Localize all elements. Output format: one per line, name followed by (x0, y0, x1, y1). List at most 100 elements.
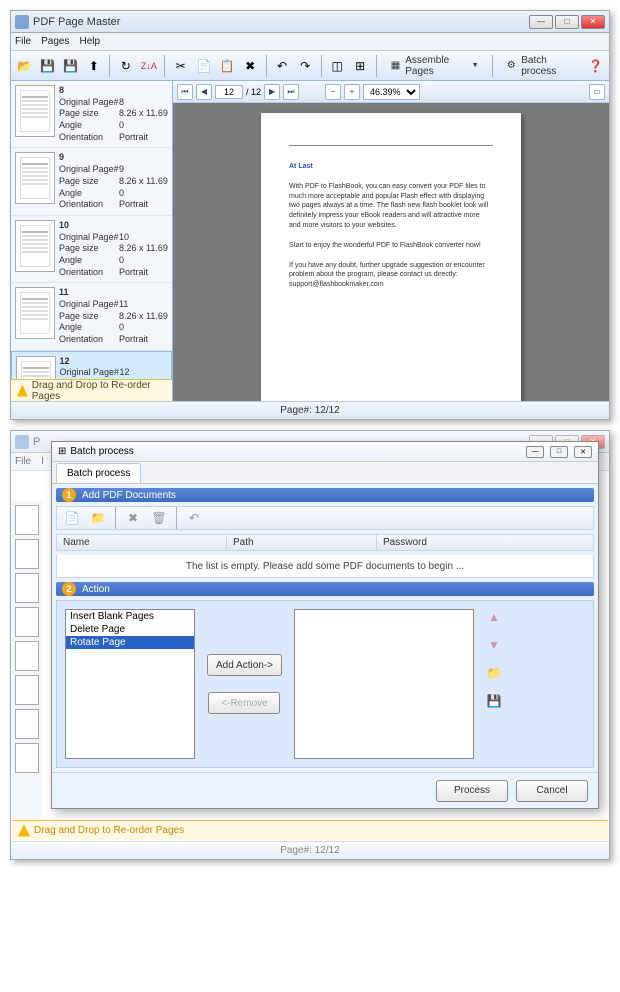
save-as-icon[interactable]: 💾 (61, 55, 80, 77)
thumb-row[interactable]: 10 Original Page#10 Page size8.26 x 11.6… (11, 216, 172, 283)
thumb-row-selected[interactable]: 12 Original Page#12 Page size8.26 x 11.6… (11, 351, 172, 379)
first-page-button[interactable]: ⏮ (177, 84, 193, 100)
separator (115, 507, 116, 529)
save-icon[interactable]: 💾 (486, 693, 502, 709)
dialog-minimize-button[interactable]: — (526, 446, 544, 458)
rotate-left-icon[interactable]: ↶ (273, 55, 292, 77)
col-path[interactable]: Path (227, 535, 377, 550)
delete-icon[interactable]: ✖ (241, 55, 260, 77)
step-2-icon: 2 (62, 582, 76, 596)
thumb-row[interactable]: 9 Original Page#9 Page size8.26 x 11.69 … (11, 148, 172, 215)
thumbnail-list[interactable]: 8 Original Page#8 Page size8.26 x 11.69 … (11, 81, 172, 379)
zoom-in-button[interactable]: + (344, 84, 360, 100)
split-icon[interactable]: ⊞ (351, 55, 370, 77)
remove-action-button[interactable]: <-Remove (208, 692, 280, 714)
page-thumbnail[interactable] (16, 356, 56, 379)
add-action-button[interactable]: Add Action-> (207, 654, 282, 676)
dialog-maximize-button[interactable]: □ (550, 446, 568, 458)
thumb-meta: 12 Original Page#12 Page size8.26 x 11.6… (60, 356, 167, 379)
dialog-title: Batch process (70, 446, 526, 457)
warning-icon (18, 825, 30, 837)
app-icon (15, 435, 29, 449)
page-viewer[interactable]: At Last With PDF to FlashBook, you can e… (173, 103, 609, 401)
menu-file[interactable]: File (15, 36, 31, 47)
sort-icon[interactable]: Z↓A (139, 55, 158, 77)
tab-batch-process[interactable]: Batch process (56, 463, 141, 483)
copy-icon[interactable]: 📄 (194, 55, 213, 77)
folder-icon[interactable]: 📁 (486, 665, 502, 681)
dialog-body: 1 Add PDF Documents 📄 📁 ✖ 🗑 ↶ Name Path … (52, 484, 598, 772)
next-page-button[interactable]: ▶ (264, 84, 280, 100)
add-folder-icon[interactable]: 📁 (87, 507, 109, 529)
separator (492, 55, 493, 77)
zoom-select[interactable]: 46.39% (363, 84, 420, 100)
selected-actions-list[interactable] (294, 609, 474, 759)
view-mode-button[interactable]: ▭ (589, 84, 605, 100)
move-up-icon[interactable]: ▲ (486, 609, 502, 625)
page-thumbnail[interactable] (15, 287, 55, 339)
minimize-button[interactable]: — (529, 15, 553, 29)
available-actions-list[interactable]: Insert Blank Pages Delete Page Rotate Pa… (65, 609, 195, 759)
viewer-pane: ⏮ ◀ / 12 ▶ ⏭ − + 46.39% ▭ At Last With P… (173, 81, 609, 401)
action-item-selected[interactable]: Rotate Page (66, 636, 194, 649)
prev-page-button[interactable]: ◀ (196, 84, 212, 100)
clear-icon[interactable]: 🗑 (148, 507, 170, 529)
page-thumbnail[interactable] (15, 152, 55, 204)
cancel-button[interactable]: Cancel (516, 780, 588, 802)
action-item[interactable]: Delete Page (66, 623, 194, 636)
section-title: Add PDF Documents (82, 490, 176, 501)
page-thumbnail[interactable] (15, 220, 55, 272)
crop-icon[interactable]: ◫ (328, 55, 347, 77)
hint-bar: Drag and Drop to Re-order Pages (11, 379, 172, 401)
menu-pages[interactable]: Pages (41, 36, 69, 47)
process-button[interactable]: Process (436, 780, 508, 802)
step-1-icon: 1 (62, 488, 76, 502)
save-icon[interactable]: 💾 (38, 55, 57, 77)
dialog-close-button[interactable]: ✕ (574, 446, 592, 458)
batch-process-button[interactable]: ⚙ Batch process (498, 55, 582, 77)
menu-help[interactable]: Help (79, 36, 100, 47)
batch-label: Batch process (521, 55, 575, 77)
page-input[interactable] (215, 85, 243, 99)
page-thumbnail[interactable] (15, 85, 55, 137)
assemble-pages-button[interactable]: ▦ Assemble Pages ▼ (383, 55, 486, 77)
separator (176, 507, 177, 529)
refresh-icon[interactable]: ↻ (116, 55, 135, 77)
action-buttons: Add Action-> <-Remove (207, 609, 282, 759)
col-password[interactable]: Password (377, 535, 593, 550)
close-button[interactable]: ✕ (581, 15, 605, 29)
batch-process-dialog: ⊞ Batch process — □ ✕ Batch process 1 Ad… (51, 441, 599, 809)
paste-icon[interactable]: 📋 (217, 55, 236, 77)
separator (164, 55, 165, 77)
status-text: Page#: 12/12 (280, 405, 340, 416)
menubar: File Pages Help (11, 33, 609, 51)
undo-icon[interactable]: ↶ (183, 507, 205, 529)
zoom-out-button[interactable]: − (325, 84, 341, 100)
tab-strip: Batch process (52, 462, 598, 484)
empty-message: The list is empty. Please add some PDF d… (186, 561, 464, 572)
add-file-icon[interactable]: 📄 (61, 507, 83, 529)
section-add-documents: 1 Add PDF Documents (56, 488, 594, 502)
thumbnail-pane: 8 Original Page#8 Page size8.26 x 11.69 … (11, 81, 173, 401)
move-down-icon[interactable]: ▼ (486, 637, 502, 653)
action-item[interactable]: Insert Blank Pages (66, 610, 194, 623)
rotate-right-icon[interactable]: ↷ (296, 55, 315, 77)
status-bar: Page#: 12/12 (11, 401, 609, 419)
up-icon[interactable]: ⬆ (84, 55, 103, 77)
thumb-row[interactable]: 8 Original Page#8 Page size8.26 x 11.69 … (11, 81, 172, 148)
dialog-titlebar[interactable]: ⊞ Batch process — □ ✕ (52, 442, 598, 462)
maximize-button[interactable]: □ (555, 15, 579, 29)
thumb-row[interactable]: 11 Original Page#11 Page size8.26 x 11.6… (11, 283, 172, 350)
open-icon[interactable]: 📂 (15, 55, 34, 77)
col-name[interactable]: Name (57, 535, 227, 550)
main-window: PDF Page Master — □ ✕ File Pages Help 📂 … (10, 10, 610, 420)
titlebar[interactable]: PDF Page Master — □ ✕ (11, 11, 609, 33)
help-icon[interactable]: ❓ (586, 55, 605, 77)
separator (109, 55, 110, 77)
hint-bar: Drag and Drop to Re-order Pages (12, 820, 608, 840)
last-page-button[interactable]: ⏭ (283, 84, 299, 100)
remove-icon[interactable]: ✖ (122, 507, 144, 529)
cut-icon[interactable]: ✂ (171, 55, 190, 77)
document-list[interactable]: The list is empty. Please add some PDF d… (56, 555, 594, 578)
section-action: 2 Action (56, 582, 594, 596)
